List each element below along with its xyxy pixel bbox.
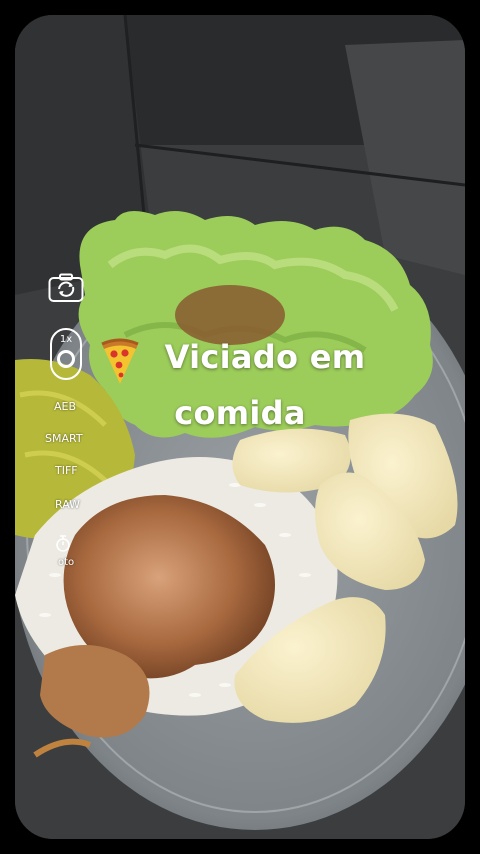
camera-viewfinder[interactable] [15, 15, 465, 839]
option-raw[interactable]: RAW [55, 498, 80, 511]
option-smart[interactable]: SMART [45, 432, 83, 445]
photo-mode-label[interactable]: oto [58, 557, 74, 568]
option-aeb[interactable]: AEB [54, 400, 76, 413]
food-photo [15, 15, 465, 839]
option-tiff[interactable]: TIFF [55, 464, 78, 477]
